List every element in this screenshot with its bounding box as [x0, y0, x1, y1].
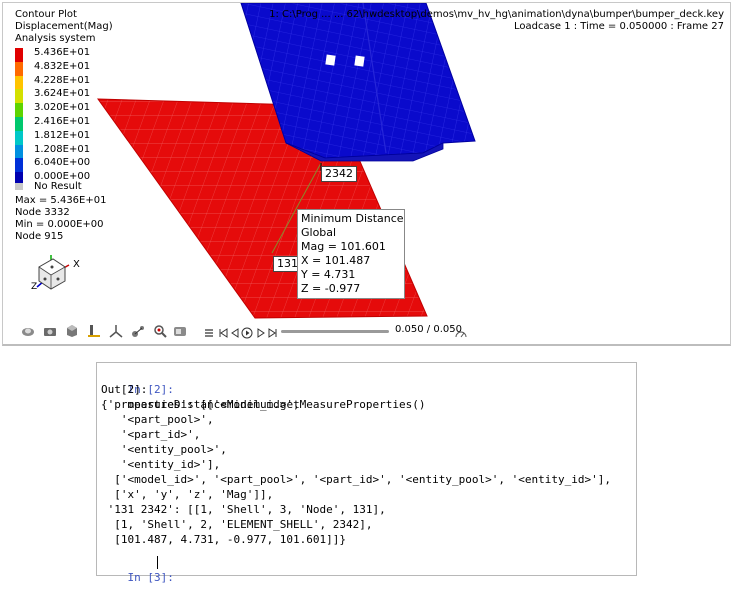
output-line: ['<model_id>', '<part_pool>', '<part_id>… [101, 473, 611, 486]
output-line: ['x', 'y', 'z', 'Mag']], [101, 488, 274, 501]
legend-label: 4.832E+01 [34, 60, 91, 72]
out2-prompt: Out[2]: [101, 383, 148, 396]
legend-title-2: Displacement(Mag) [15, 21, 113, 32]
axis-triad[interactable] [36, 255, 70, 290]
loadcase-header: Loadcase 1 : Time = 0.050000 : Frame 27 [514, 21, 724, 32]
legend-swatch [15, 144, 23, 159]
speed-icon[interactable] [455, 324, 467, 338]
legend-swatch [15, 61, 23, 76]
measure-system: Global [301, 226, 337, 239]
legend-label: 5.436E+01 [34, 47, 91, 58]
measure-z: Z = -0.977 [301, 282, 361, 295]
measure-y: Y = 4.731 [301, 268, 356, 281]
legend-swatch [15, 48, 23, 62]
output-line: [101.487, 4.731, -0.977, 101.601]]} [101, 533, 347, 546]
cube-icon[interactable] [65, 323, 79, 337]
output-line: [1, 'Shell', 2, 'ELEMENT_SHELL', 2342], [101, 518, 373, 531]
axis-z-label: Z [31, 282, 38, 292]
legend-label: 1.208E+01 [34, 143, 91, 155]
max-value: Max = 5.436E+01 [15, 195, 107, 206]
min-value: Min = 0.000E+00 [15, 219, 104, 230]
legend-swatch [15, 158, 23, 173]
time-readout: 0.050 / 0.050 [395, 324, 462, 335]
step-forward-icon[interactable] [255, 324, 267, 338]
output-line: '<part_id>', [101, 428, 201, 441]
output-line: '<entity_pool>', [101, 443, 227, 456]
output-line: '131 2342': [[1, 'Shell', 3, 'Node', 131… [101, 503, 386, 516]
legend-swatch [15, 89, 23, 104]
measure-title: Minimum Distance [301, 212, 404, 225]
legend-swatch [15, 103, 23, 118]
min-node: Node 915 [15, 231, 64, 242]
file-path-header: 1: C:\Prog ... ... 62\hwdesktop\demos\mv… [269, 9, 724, 20]
no-result-label: No Result [34, 181, 82, 192]
play-button[interactable] [241, 324, 253, 339]
legend-label: 3.020E+01 [34, 102, 91, 114]
notebook-cell[interactable]: In [2]: measureDistanceMinimum.getMeasur… [96, 362, 637, 584]
legend-label: 1.812E+01 [34, 129, 91, 141]
step-back-icon[interactable] [229, 324, 241, 338]
legend-label: 2.416E+01 [34, 116, 91, 127]
legend-swatch [15, 117, 23, 131]
view-icon[interactable] [21, 323, 35, 337]
measure-mag: Mag = 101.601 [301, 240, 386, 253]
graphics-viewport[interactable]: Contour Plot Displacement(Mag) Analysis … [2, 2, 731, 346]
zoom-icon[interactable] [153, 323, 167, 338]
last-frame-icon[interactable] [267, 324, 279, 338]
legend-title-1: Contour Plot [15, 9, 77, 20]
legend-swatch [15, 75, 23, 90]
legend-label: 6.040E+00 [34, 157, 91, 169]
axis-x-label: X [73, 259, 80, 270]
axes-icon[interactable] [109, 323, 123, 338]
capture-icon[interactable] [173, 323, 187, 337]
output-line: '<entity_id>'], [101, 458, 221, 471]
menu-icon[interactable] [203, 324, 215, 337]
measure-icon[interactable] [131, 323, 145, 337]
output-line: {'properties': [['<model_id>', [101, 398, 300, 411]
marker-icon[interactable] [87, 323, 101, 337]
camera-icon[interactable] [43, 323, 57, 337]
legend-label: 4.228E+01 [34, 74, 91, 86]
legend-label: 3.624E+01 [34, 88, 91, 100]
output-line: '<part_pool>', [101, 413, 214, 426]
node-tag-2342[interactable]: 2342 [321, 166, 357, 182]
no-result-swatch [15, 183, 23, 190]
text-cursor [157, 556, 158, 569]
legend-swatch [15, 130, 23, 145]
measure-x: X = 101.487 [301, 254, 371, 267]
first-frame-icon[interactable] [217, 324, 229, 338]
measure-info-box[interactable]: Minimum Distance Global Mag = 101.601 X … [297, 209, 405, 299]
timeline-slider[interactable] [281, 330, 389, 333]
max-node: Node 3332 [15, 207, 70, 218]
legend-title-3: Analysis system [15, 33, 96, 44]
